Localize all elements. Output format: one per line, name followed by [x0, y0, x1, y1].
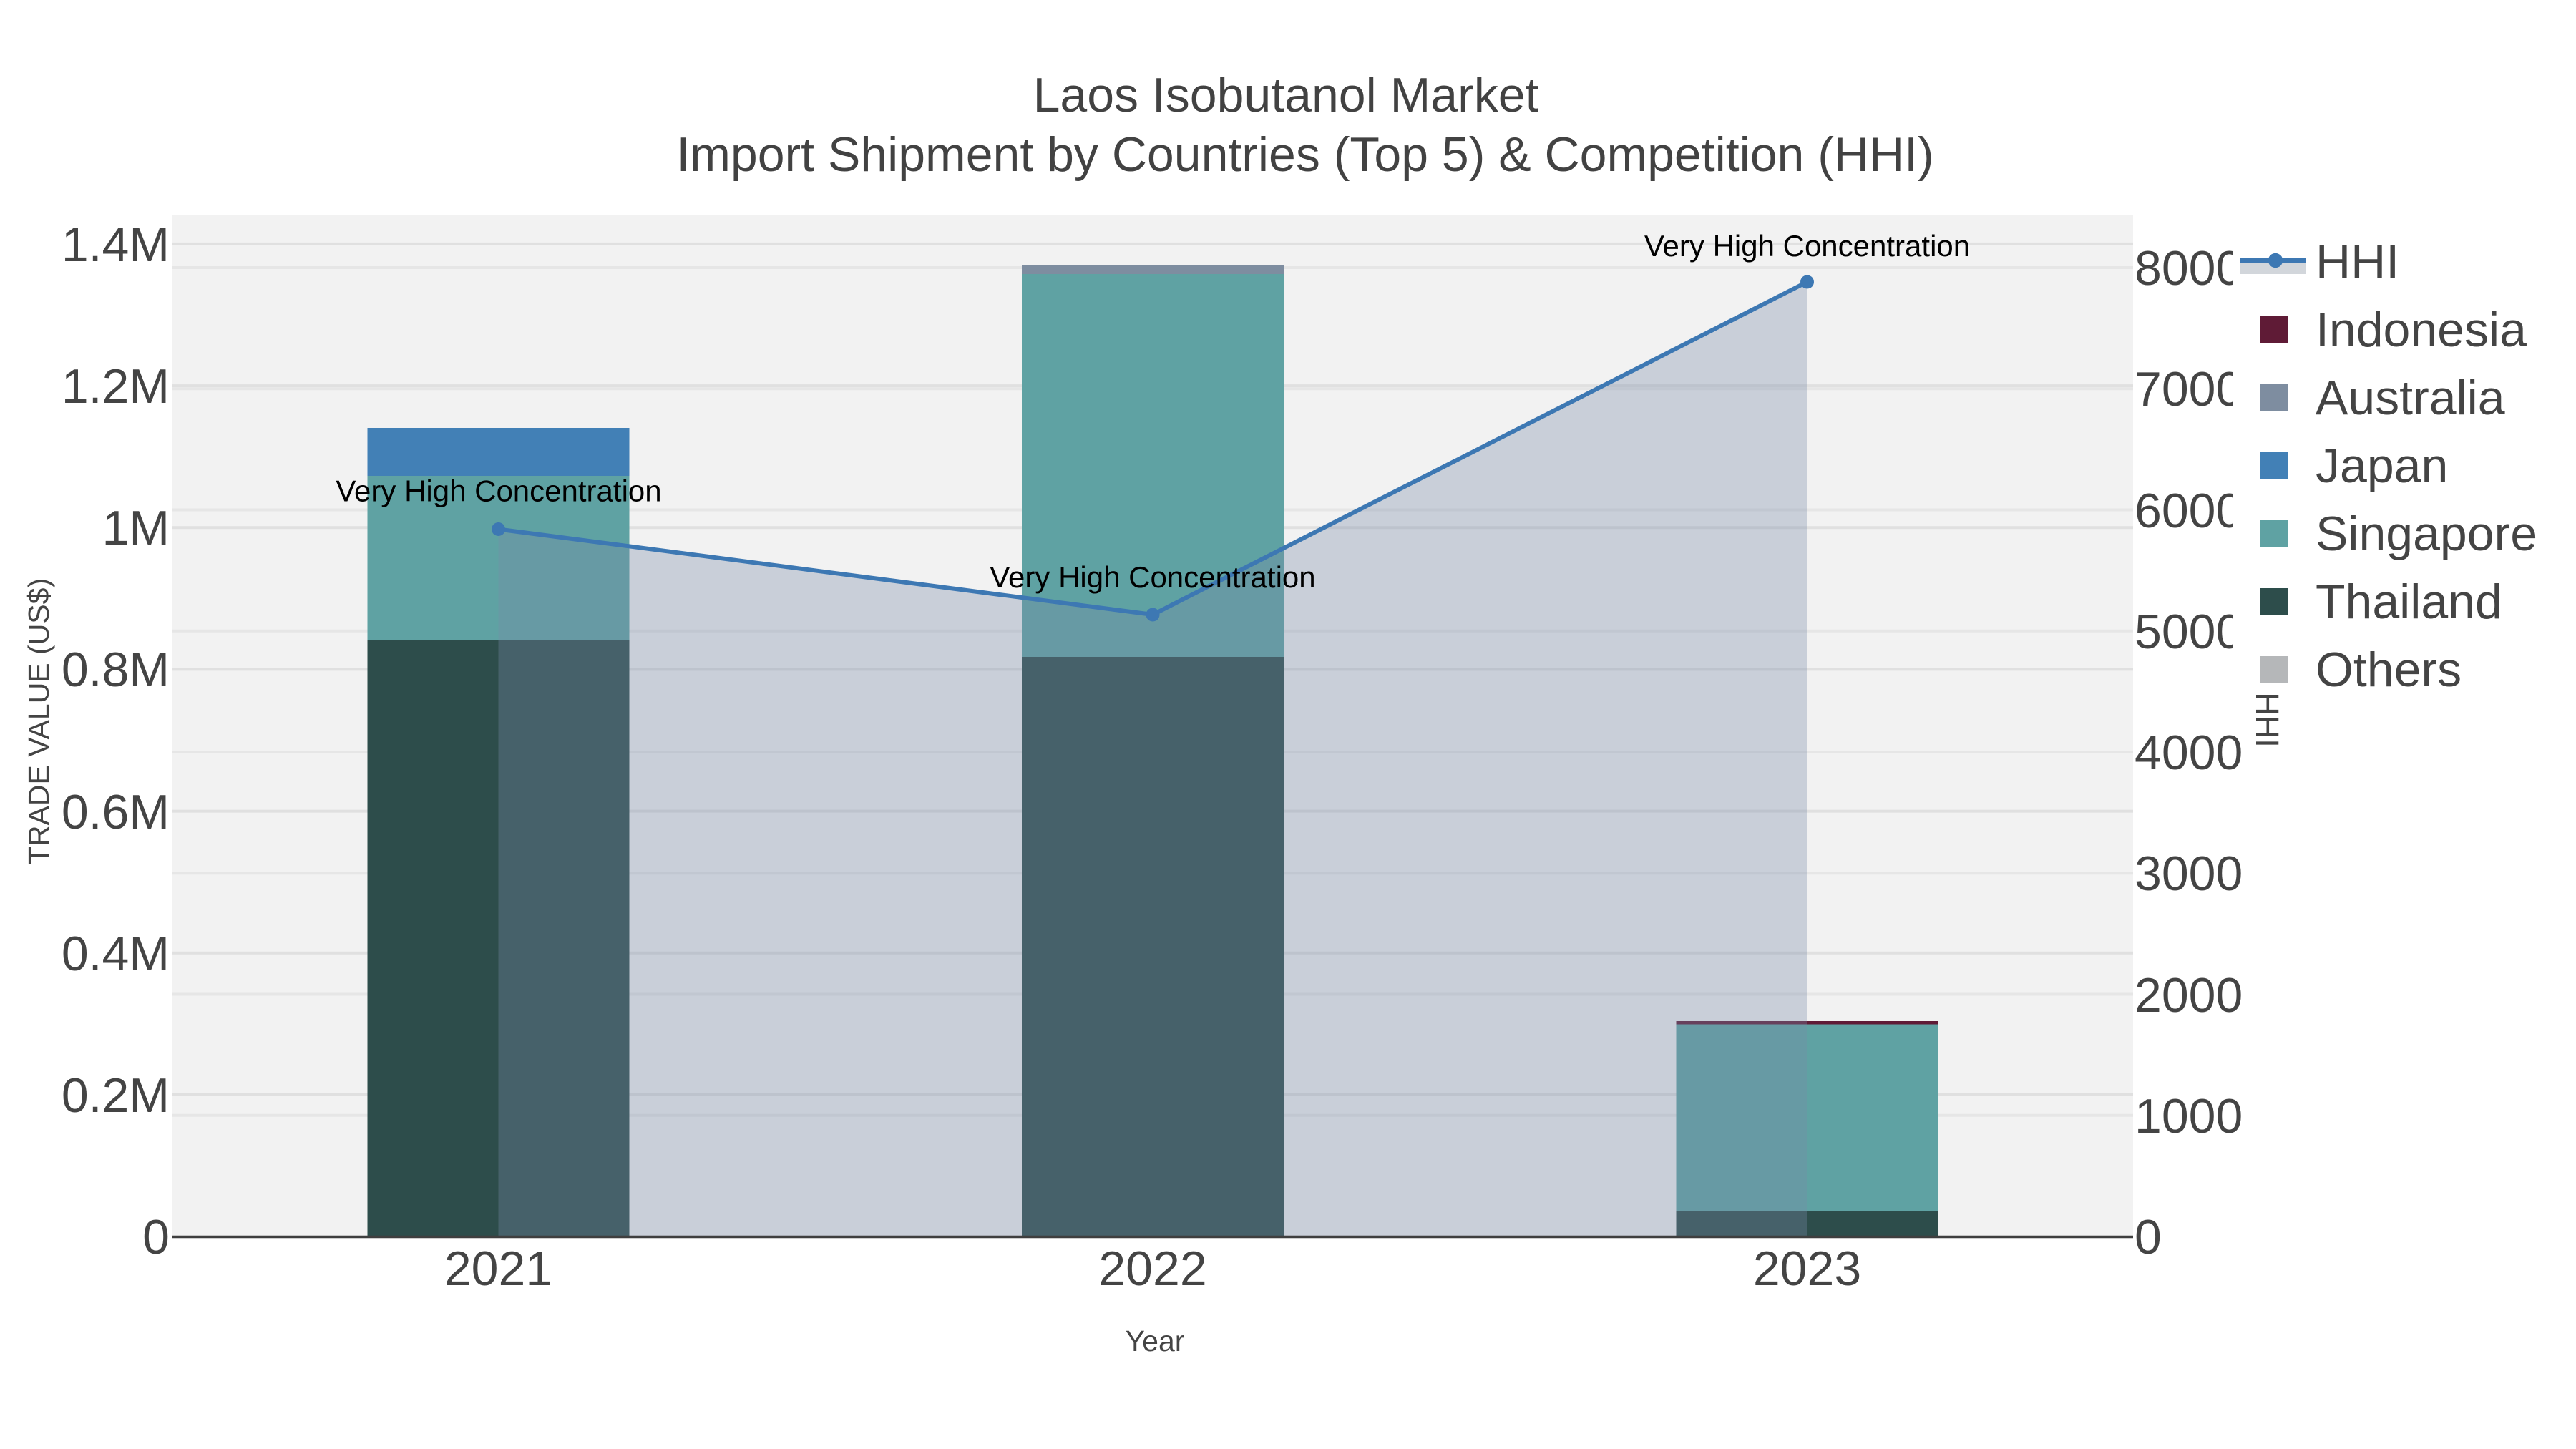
svg-text:Indonesia: Indonesia — [2316, 303, 2527, 357]
svg-text:HHI: HHI — [2249, 692, 2285, 748]
svg-text:0.8M: 0.8M — [62, 643, 170, 697]
svg-text:1.4M: 1.4M — [62, 218, 170, 272]
svg-text:0.4M: 0.4M — [62, 927, 170, 981]
svg-text:1M: 1M — [102, 501, 170, 555]
svg-text:6000: 6000 — [2135, 484, 2243, 538]
svg-text:Japan: Japan — [2316, 439, 2448, 493]
svg-text:Import Shipment by Countries (: Import Shipment by Countries (Top 5) & C… — [676, 127, 1933, 182]
svg-text:Australia: Australia — [2316, 371, 2505, 425]
svg-text:1000: 1000 — [2135, 1089, 2243, 1143]
svg-text:1.2M: 1.2M — [62, 359, 170, 414]
svg-text:Thailand: Thailand — [2316, 575, 2502, 629]
svg-text:0.6M: 0.6M — [62, 785, 170, 839]
svg-text:HHI: HHI — [2316, 235, 2399, 289]
svg-text:Singapore: Singapore — [2316, 507, 2537, 561]
svg-text:4000: 4000 — [2135, 726, 2243, 780]
svg-text:0: 0 — [2135, 1210, 2162, 1264]
svg-text:7000: 7000 — [2135, 362, 2243, 416]
svg-text:Others: Others — [2316, 643, 2462, 697]
svg-text:0: 0 — [142, 1210, 170, 1264]
svg-text:Very High Concentration: Very High Concentration — [1644, 229, 1970, 263]
svg-text:2000: 2000 — [2135, 968, 2243, 1023]
svg-text:Year: Year — [1126, 1324, 1185, 1357]
svg-text:2023: 2023 — [1753, 1241, 1861, 1296]
svg-text:Very High Concentration: Very High Concentration — [990, 560, 1315, 594]
svg-text:Very High Concentration: Very High Concentration — [336, 474, 661, 508]
svg-text:5000: 5000 — [2135, 605, 2243, 659]
svg-text:Laos Isobutanol Market: Laos Isobutanol Market — [1033, 68, 1539, 122]
svg-text:2021: 2021 — [444, 1241, 552, 1296]
svg-text:8000: 8000 — [2135, 241, 2243, 296]
svg-text:3000: 3000 — [2135, 847, 2243, 901]
svg-text:0.2M: 0.2M — [62, 1068, 170, 1123]
svg-text:2022: 2022 — [1098, 1241, 1206, 1296]
svg-text:TRADE VALUE (US$): TRADE VALUE (US$) — [22, 578, 55, 864]
